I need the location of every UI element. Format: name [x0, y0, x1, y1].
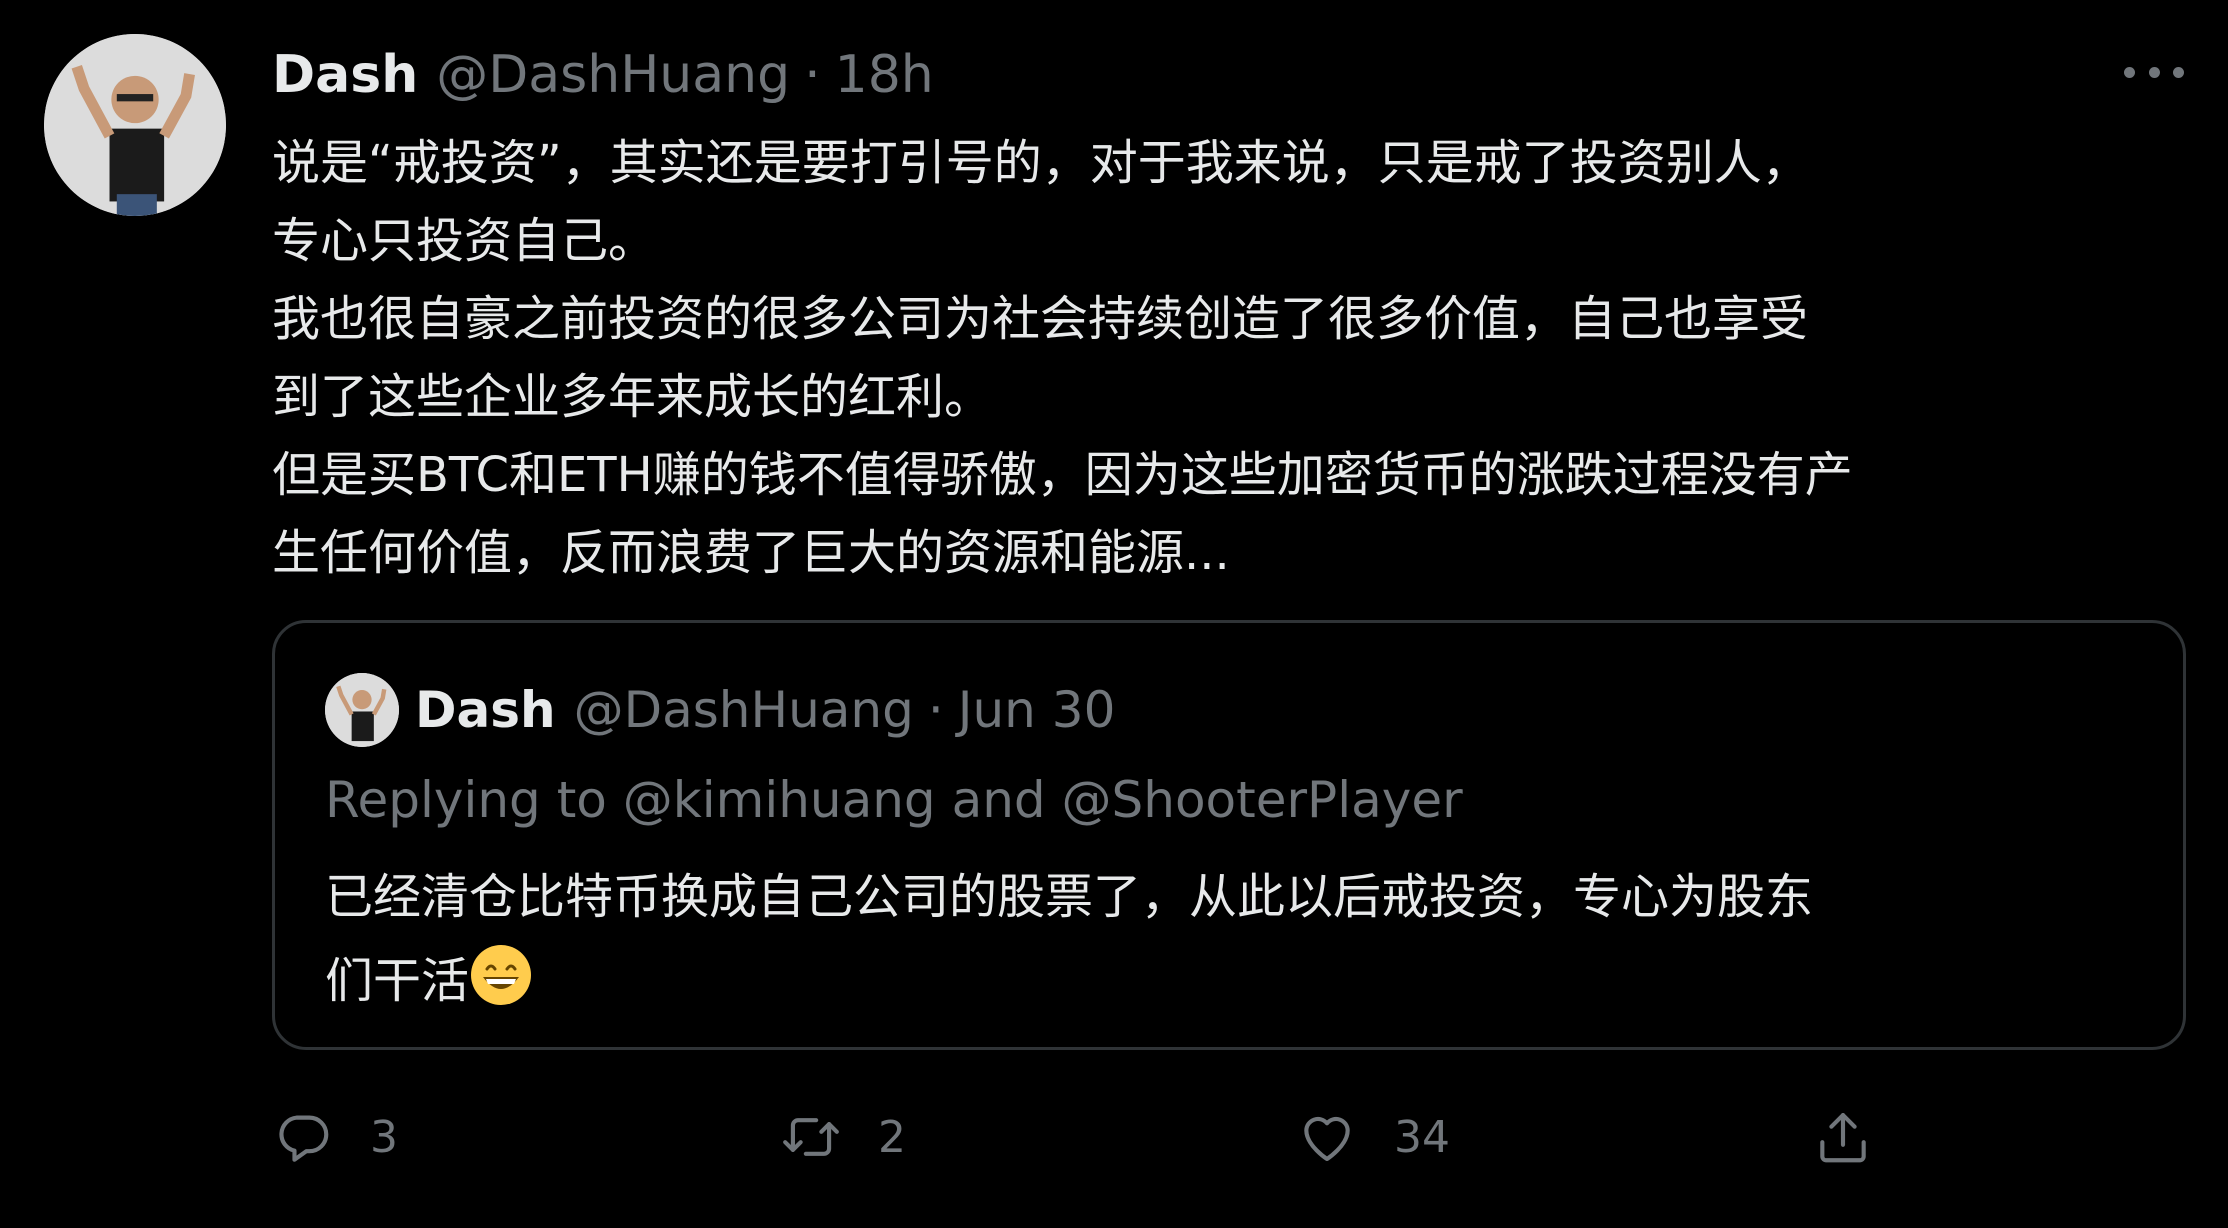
quoted-text-line: 们干活 — [325, 939, 2145, 1023]
tweet-actions: 3 2 34 — [272, 1100, 2172, 1174]
quoted-tweet-text: 已经清仓比特币换成自己公司的股票了，从此以后戒投资，专心为股东 们干活 — [325, 855, 2145, 1023]
quoted-author-name: Dash — [415, 681, 556, 739]
author-handle[interactable]: @DashHuang — [436, 45, 790, 105]
retweet-button[interactable]: 2 — [780, 1100, 906, 1174]
grinning-face-emoji-icon — [471, 945, 532, 1005]
retweet-count: 2 — [878, 1111, 906, 1163]
more-dot — [2173, 66, 2184, 78]
quoted-tweet-card[interactable]: Dash @DashHuang · Jun 30 Replying to @ki… — [272, 620, 2186, 1050]
author-name[interactable]: Dash — [272, 45, 418, 105]
reply-count: 3 — [370, 1111, 398, 1163]
share-icon — [1820, 1112, 1866, 1163]
tweet-text-line: 到了这些企业多年来成长的红利。 — [272, 369, 993, 425]
tweet-text-line: 我也很自豪之前投资的很多公司为社会持续创造了很多价值，自己也享受 — [272, 291, 1809, 347]
tweet-header: Dash @DashHuang · 18h — [272, 40, 934, 110]
avatar-image — [325, 673, 399, 747]
share-button[interactable] — [1812, 1100, 1874, 1174]
reply-icon — [279, 1115, 329, 1162]
more-icon[interactable] — [2124, 52, 2184, 92]
quoted-text-line: 已经清仓比特币换成自己公司的股票了，从此以后戒投资，专心为股东 — [325, 869, 1814, 925]
avatar-image — [44, 34, 226, 216]
more-dot — [2124, 66, 2135, 78]
tweet-time[interactable]: 18h — [835, 45, 934, 105]
more-dot — [2148, 66, 2160, 78]
quoted-author-handle: @DashHuang — [573, 681, 914, 739]
tweet-text-line: 专心只投资自己。 — [272, 213, 657, 269]
tweet-text-line: 生任何价值，反而浪费了巨大的资源和能源... — [272, 525, 1230, 581]
quoted-text-line-content: 们干活 — [325, 953, 470, 1009]
separator-dot: · — [804, 45, 821, 105]
quoted-tweet-header: Dash @DashHuang · Jun 30 — [415, 675, 1115, 745]
like-button[interactable]: 34 — [1296, 1100, 1450, 1174]
retweet-icon — [783, 1118, 839, 1156]
tweet-text: 说是“戒投资”，其实还是要打引号的，对于我来说，只是戒了投资别人， 专心只投资自… — [272, 124, 2192, 592]
like-count: 34 — [1394, 1111, 1450, 1163]
separator-dot: · — [927, 681, 944, 739]
tweet-text-line: 但是买BTC和ETH赚的钱不值得骄傲，因为这些加密货币的涨跌过程没有产 — [272, 447, 1853, 503]
tweet-text-line: 说是“戒投资”，其实还是要打引号的，对于我来说，只是戒了投资别人， — [272, 135, 1810, 191]
heart-icon — [1304, 1116, 1350, 1162]
quoted-author-avatar — [325, 673, 399, 747]
quoted-tweet-time: Jun 30 — [957, 681, 1116, 739]
replying-to-text: Replying to @kimihuang and @ShooterPlaye… — [325, 771, 1463, 829]
author-avatar[interactable] — [44, 34, 226, 216]
reply-button[interactable]: 3 — [272, 1100, 398, 1174]
